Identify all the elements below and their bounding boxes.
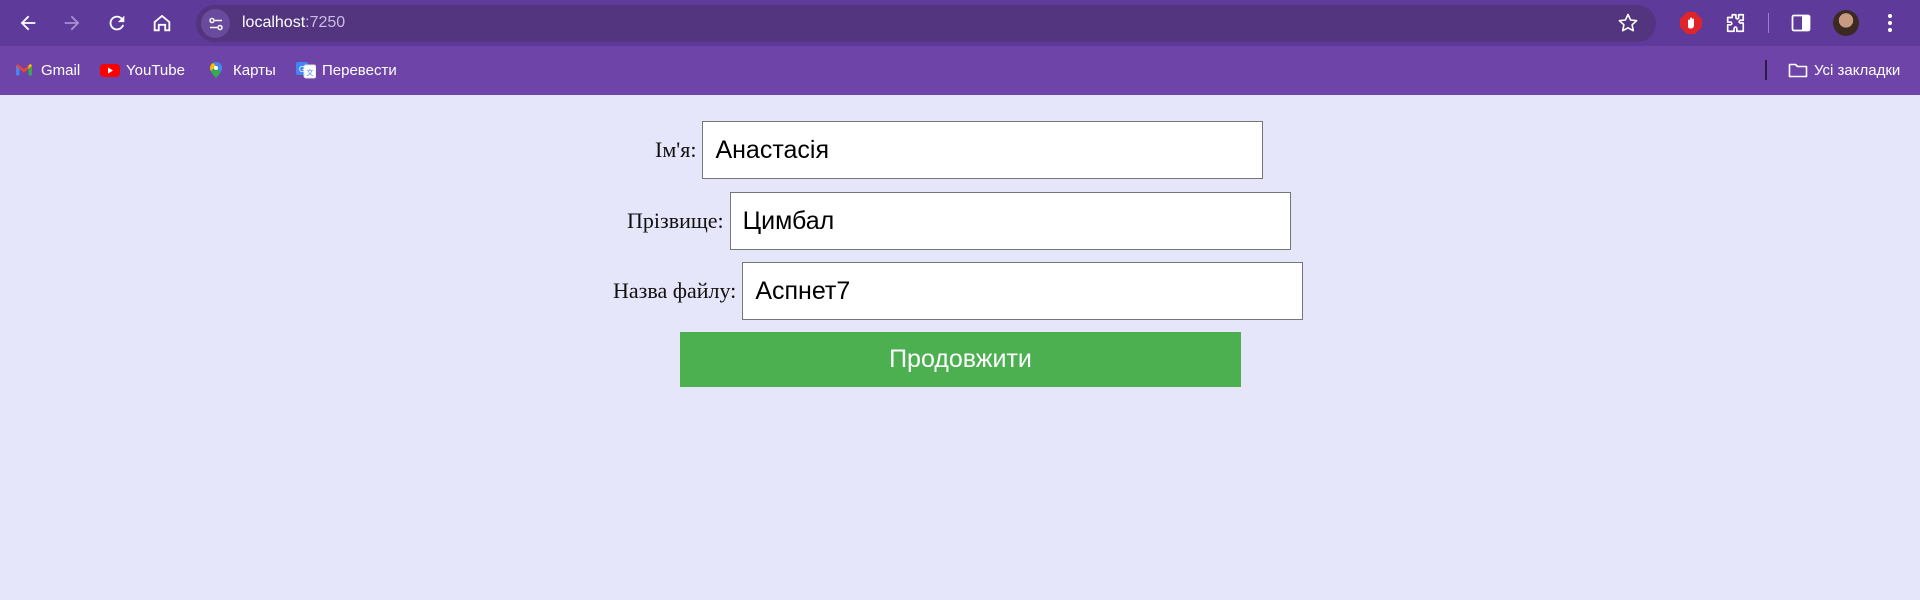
arrow-right-icon: [64, 15, 80, 31]
first-name-label: Ім'я:: [655, 137, 697, 162]
maps-icon: [207, 61, 225, 79]
svg-text:文: 文: [307, 68, 314, 77]
last-name-label: Прізвище:: [627, 208, 724, 233]
bookmark-label: Gmail: [41, 61, 81, 79]
adblock-extension-icon[interactable]: [1677, 9, 1705, 37]
bookmark-label: Перевести: [322, 61, 397, 79]
site-info-button[interactable]: [201, 9, 230, 38]
first-name-row: Ім'я: Анастасія: [655, 121, 1264, 179]
continue-button[interactable]: Продовжити: [680, 332, 1241, 387]
bookmark-youtube[interactable]: YouTube: [100, 58, 185, 82]
browser-toolbar: localhost:7250: [0, 0, 1920, 46]
reload-icon: [109, 15, 125, 31]
profile-avatar[interactable]: [1833, 10, 1859, 36]
url-port: :7250: [305, 14, 346, 31]
bookmark-label: YouTube: [126, 61, 185, 79]
translate-icon: G文: [296, 61, 317, 79]
bookmark-gmail[interactable]: Gmail: [15, 58, 80, 82]
all-bookmarks-button[interactable]: Усі закладки: [1788, 58, 1900, 82]
bookmark-label: Карты: [233, 61, 276, 79]
url-text: localhost:7250: [242, 14, 345, 32]
bookmark-translate[interactable]: G文 Перевести: [296, 58, 397, 82]
browser-menu-icon[interactable]: [1880, 9, 1900, 37]
extensions-icon[interactable]: [1721, 9, 1749, 37]
reload-button[interactable]: [101, 7, 133, 39]
last-name-row: Прізвище: Цимбал: [627, 192, 1291, 250]
home-icon: [153, 14, 171, 32]
last-name-input[interactable]: Цимбал: [729, 192, 1291, 250]
folder-icon: [1788, 61, 1808, 79]
bookmark-maps[interactable]: Карты: [207, 58, 276, 82]
tune-icon: [208, 17, 223, 30]
gmail-icon: [15, 61, 33, 79]
file-name-row: Назва файлу: Аспнет7: [613, 262, 1304, 320]
arrow-left-icon: [20, 15, 36, 31]
file-name-label: Назва файлу:: [613, 278, 737, 303]
forward-button[interactable]: [56, 7, 88, 39]
youtube-icon: [100, 61, 120, 79]
all-bookmarks-label: Усі закладки: [1814, 61, 1901, 79]
bookmarks-divider: [1765, 60, 1767, 80]
home-button[interactable]: [146, 7, 178, 39]
side-panel-icon[interactable]: [1787, 9, 1815, 37]
back-button[interactable]: [12, 7, 44, 39]
bookmarks-bar: Gmail YouTube Карты G文 Перевести Усі зак…: [0, 46, 1920, 95]
first-name-input[interactable]: Анастасія: [702, 121, 1264, 179]
file-name-input[interactable]: Аспнет7: [742, 262, 1304, 320]
address-bar[interactable]: localhost:7250: [196, 5, 1656, 42]
url-host: localhost: [242, 14, 306, 31]
svg-text:G: G: [299, 65, 305, 74]
toolbar-divider: [1768, 13, 1769, 33]
bookmark-star-icon[interactable]: [1616, 11, 1640, 35]
